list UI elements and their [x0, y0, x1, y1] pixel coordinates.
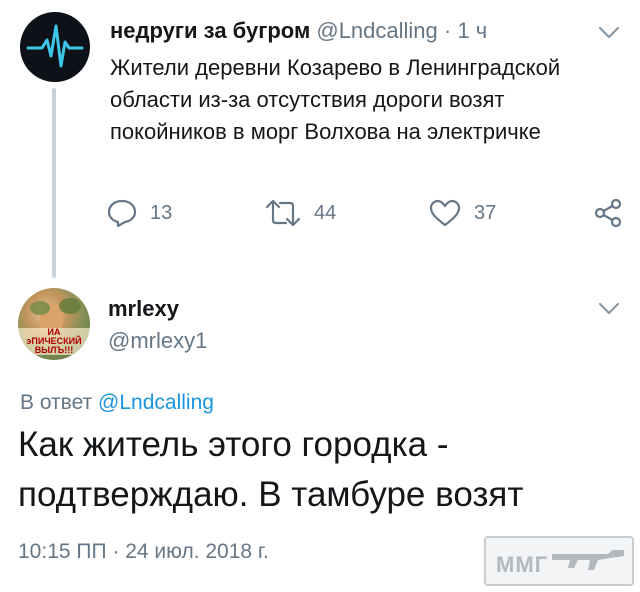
avatar-mrlexy[interactable]: ИА эПИЧЕСКИЙ ВЫЛЪ!!! [18, 288, 90, 360]
share-button[interactable] [592, 196, 624, 230]
tweet-actions-bar: 13 44 37 [106, 196, 626, 230]
like-count: 37 [474, 201, 497, 224]
reply-button[interactable]: 13 [106, 196, 172, 230]
thread-tweet-time[interactable]: 1 ч [457, 18, 487, 43]
chevron-down-icon[interactable] [598, 302, 620, 316]
thread-connector-line [52, 88, 56, 278]
heartbeat-pulse-icon [26, 24, 84, 68]
retweet-count: 44 [314, 201, 337, 224]
avatar-caption: ИА эПИЧЕСКИЙ ВЫЛЪ!!! [18, 328, 90, 355]
watermark-badge: ММГ [484, 536, 634, 586]
retweet-button[interactable]: 44 [264, 196, 336, 230]
avatar-ndrugi[interactable] [20, 12, 90, 82]
thread-tweet-header: недруги за бугром @Lndcalling · 1 ч [110, 18, 487, 44]
reply-prefix: В ответ [20, 391, 93, 414]
avatar-caption-line: ВЫЛЪ!!! [34, 345, 74, 355]
chevron-down-icon[interactable] [598, 26, 620, 40]
heart-icon [429, 199, 461, 227]
thread-tweet-display-name[interactable]: недруги за бугром [110, 18, 310, 43]
header-separator: · [443, 18, 452, 43]
reply-to-handle-link[interactable]: @Lndcalling [98, 391, 214, 414]
watermark-text: ММГ [496, 552, 549, 577]
main-tweet-text: Как житель этого городка - подтверждаю. … [18, 425, 524, 514]
reply-count: 13 [150, 201, 173, 224]
thread-tweet-text: Жители деревни Козарево в Ленинградской … [110, 55, 561, 144]
reply-context: В ответ @Lndcalling [20, 391, 214, 415]
reply-icon [107, 199, 137, 228]
like-button[interactable]: 37 [428, 196, 496, 230]
rifle-icon [552, 550, 624, 570]
main-tweet-display-name[interactable]: mrlexy [108, 296, 179, 322]
main-tweet-handle[interactable]: @mrlexy1 [108, 328, 207, 354]
retweet-icon [265, 199, 301, 227]
thread-tweet-handle[interactable]: @Lndcalling [316, 18, 437, 43]
share-icon [594, 198, 622, 228]
main-tweet-timestamp[interactable]: 10:15 ПП · 24 июл. 2018 г. [18, 540, 269, 564]
